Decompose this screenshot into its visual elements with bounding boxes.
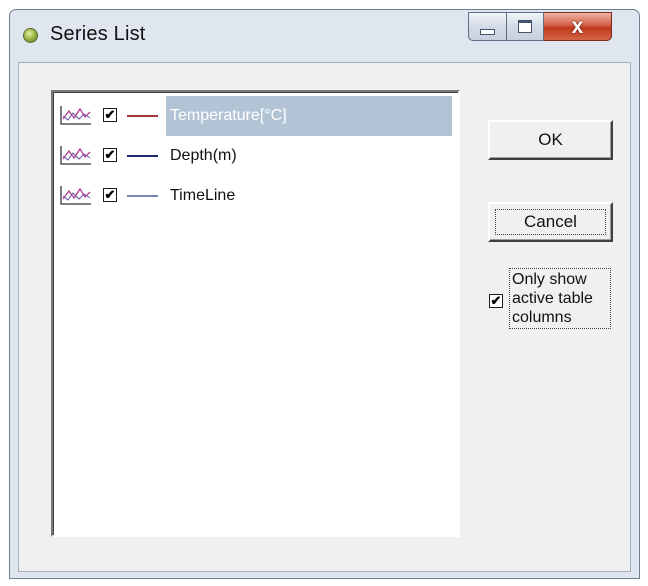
maximize-button[interactable] [507, 12, 544, 41]
series-listbox[interactable]: ✔ Temperature[°C] ✔ Depth(m) ✔ TimeLine [51, 90, 460, 537]
series-visible-checkbox[interactable]: ✔ [103, 188, 117, 202]
line-chart-icon [60, 106, 91, 125]
series-row-timeline[interactable]: ✔ TimeLine [56, 176, 456, 216]
app-icon [23, 28, 38, 43]
dialog-client-area: ✔ Temperature[°C] ✔ Depth(m) ✔ TimeLine … [18, 62, 631, 572]
series-row-depth[interactable]: ✔ Depth(m) [56, 136, 456, 176]
label-line: active table [512, 290, 593, 307]
series-row-temperature[interactable]: ✔ Temperature[°C] [56, 96, 456, 136]
series-color-swatch [127, 195, 158, 197]
series-list-window: Series List x ✔ Temperature[°C] ✔ Depth(… [9, 9, 640, 579]
minimize-icon [480, 28, 495, 35]
line-chart-icon [60, 146, 91, 165]
maximize-icon [518, 20, 532, 33]
close-icon: x [571, 15, 584, 38]
series-color-swatch [127, 115, 158, 117]
window-title: Series List [50, 23, 146, 45]
title-bar[interactable]: Series List x [10, 10, 639, 62]
series-visible-checkbox[interactable]: ✔ [103, 148, 117, 162]
series-label: TimeLine [170, 187, 236, 204]
ok-button[interactable]: OK [488, 120, 613, 160]
series-label: Depth(m) [170, 147, 237, 164]
label-line: columns [512, 309, 572, 326]
focus-rectangle [495, 209, 606, 235]
only-active-columns-label[interactable]: Only show active table columns [509, 268, 611, 329]
series-color-swatch [127, 155, 158, 157]
minimize-button[interactable] [468, 12, 507, 41]
cancel-button[interactable]: Cancel [488, 202, 613, 242]
label-line: Only show [512, 271, 587, 288]
close-button[interactable]: x [544, 12, 612, 41]
only-active-columns-checkbox[interactable]: ✔ [489, 294, 503, 308]
series-visible-checkbox[interactable]: ✔ [103, 108, 117, 122]
series-label: Temperature[°C] [166, 96, 452, 136]
line-chart-icon [60, 186, 91, 205]
